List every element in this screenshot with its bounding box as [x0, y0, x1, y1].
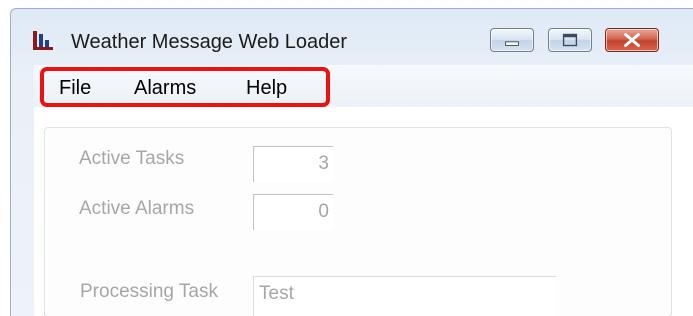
active-alarms-field: 0	[253, 194, 333, 230]
maximize-icon	[562, 33, 578, 47]
processing-task-label: Processing Task	[80, 281, 218, 302]
screenshot-stage: Weather Message Web Loader File Alarms H…	[0, 0, 693, 316]
close-icon	[624, 33, 640, 47]
maximize-button[interactable]	[548, 28, 592, 52]
processing-task-field: Test	[253, 276, 556, 316]
window-title: Weather Message Web Loader	[71, 31, 348, 53]
close-button[interactable]	[605, 28, 659, 52]
minimize-icon	[505, 41, 519, 46]
minimize-button[interactable]	[490, 28, 534, 52]
menu-item-file[interactable]: File	[57, 70, 93, 106]
active-tasks-field: 3	[253, 146, 333, 182]
weather-message-logo-icon	[33, 31, 53, 50]
active-tasks-label: Active Tasks	[79, 148, 185, 169]
active-alarms-label: Active Alarms	[79, 198, 195, 219]
menu-item-help[interactable]: Help	[244, 70, 289, 106]
menu-item-alarms[interactable]: Alarms	[132, 70, 198, 106]
